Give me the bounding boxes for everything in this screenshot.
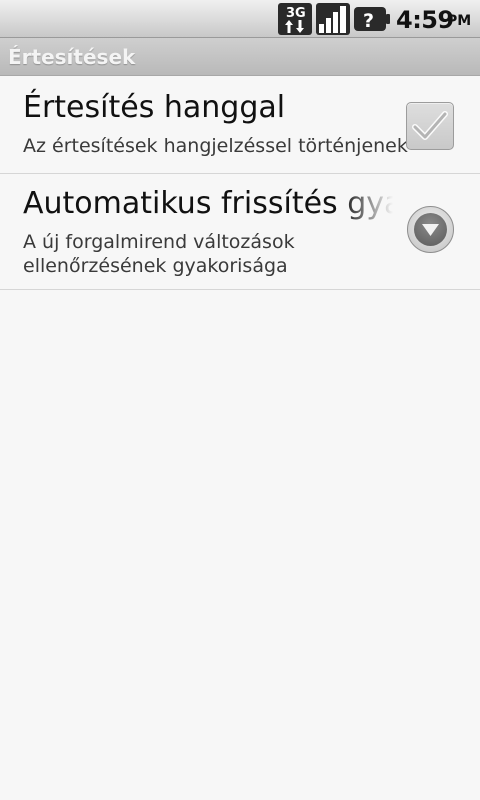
status-bar: 3G ? 4:59 PM [0,0,480,38]
dropdown-indicator [414,213,447,246]
pref-item-auto-refresh[interactable]: Automatikus frissítés gyakorisága A új f… [0,174,480,290]
svg-text:3G: 3G [286,6,306,21]
pref-summary: Az értesítések hangjelzéssel történjenek [23,135,408,157]
pref-summary: A új forgalmirend változások ellenőrzésé… [23,231,295,277]
pref-title: Értesítés hanggal [23,90,286,125]
sound-notification-checkbox[interactable] [406,102,454,150]
pref-item-sound-notification[interactable]: Értesítés hanggal Az értesítések hangjel… [0,76,480,174]
battery-unknown-icon: ? [354,7,390,32]
dropdown-arrow-icon [422,224,439,236]
auto-refresh-dropdown[interactable] [407,206,454,253]
svg-text:?: ? [363,10,374,32]
page-title: Értesítések [8,45,136,69]
title-bar: Értesítések [0,38,480,76]
signal-strength-icon [316,3,350,35]
3g-data-icon: 3G [278,3,312,35]
pref-title: Automatikus frissítés gyakorisága [23,186,393,221]
status-time: 4:59 [396,6,454,34]
status-ampm: PM [447,13,472,29]
checkmark-icon [412,111,448,140]
